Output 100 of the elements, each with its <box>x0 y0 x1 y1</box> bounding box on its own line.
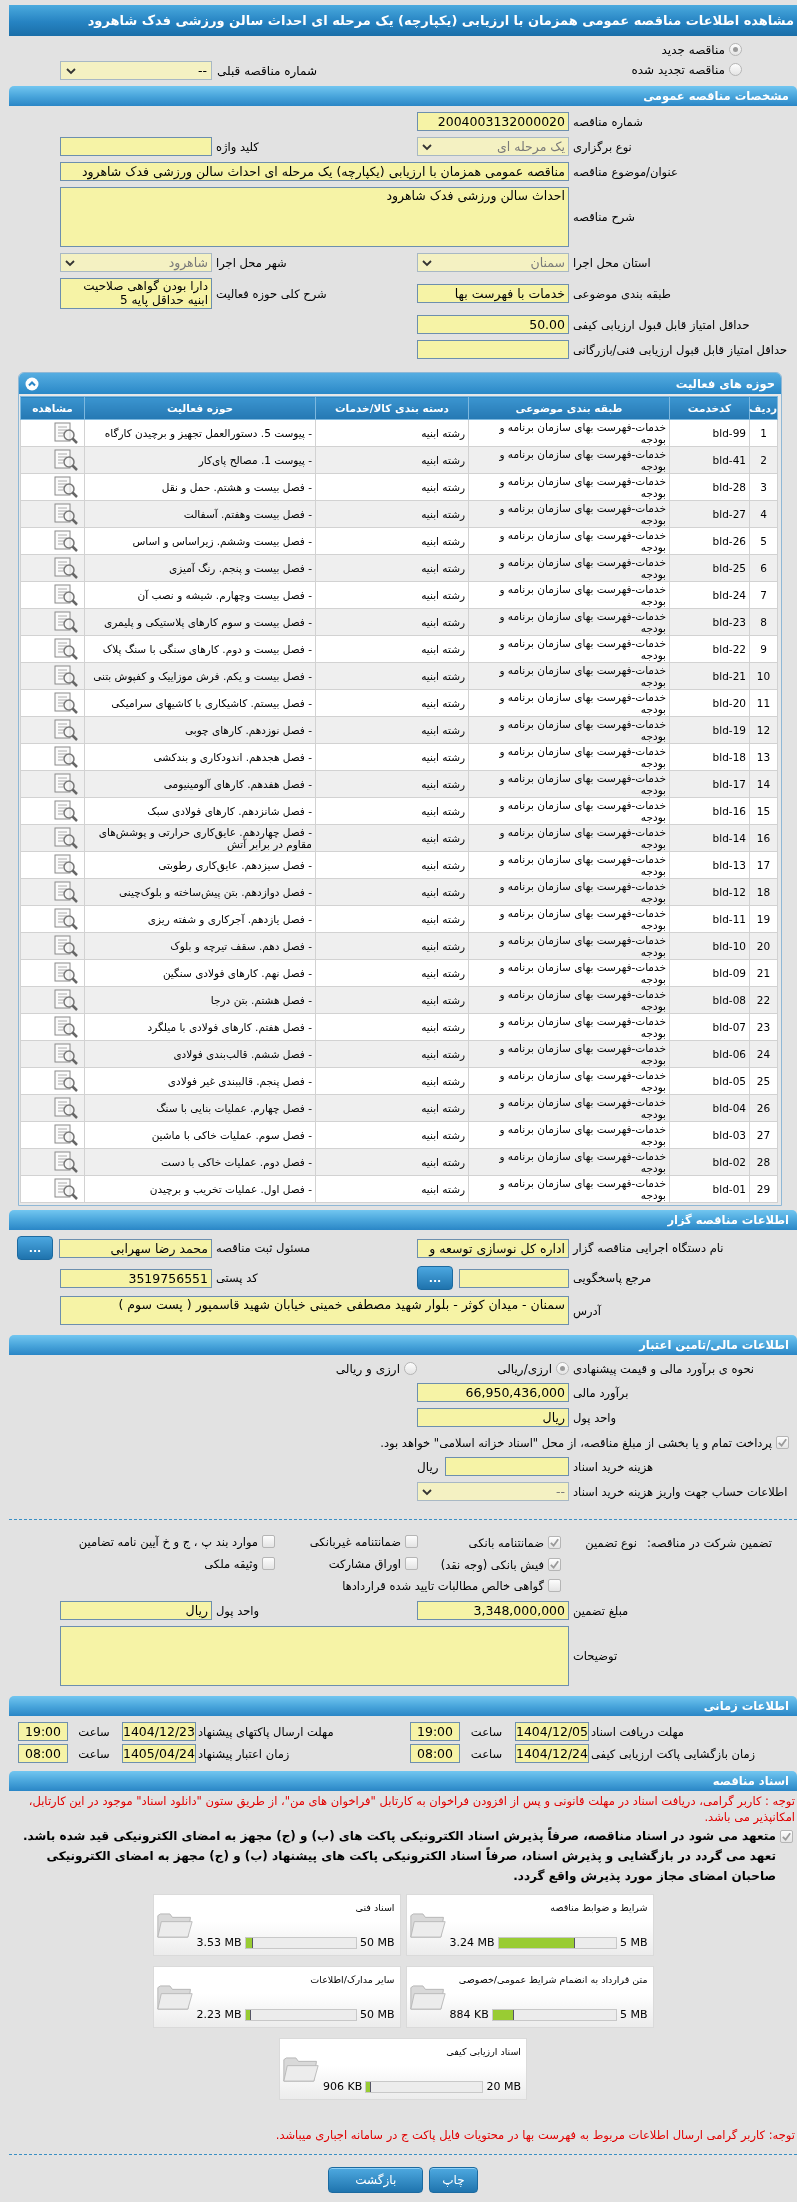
text-area[interactable]: دارا بودن گواهی صلاحیت ابنیه حداقل پایه 5 <box>60 278 212 309</box>
document-search-icon[interactable] <box>53 1070 79 1092</box>
table-cell: bld-14 <box>669 824 750 852</box>
radio-button[interactable] <box>729 63 742 76</box>
document-search-icon[interactable] <box>53 557 79 579</box>
document-search-icon[interactable] <box>53 449 79 471</box>
table-cell: رشته ابنیه <box>315 554 469 582</box>
document-search-icon[interactable] <box>53 638 79 660</box>
text-field[interactable] <box>444 1457 569 1476</box>
text-field[interactable] <box>60 137 212 156</box>
document-search-icon[interactable] <box>53 1097 79 1119</box>
field-label: برآورد مالی <box>572 1385 630 1400</box>
document-search-icon[interactable] <box>53 422 79 444</box>
document-search-icon[interactable] <box>53 800 79 822</box>
text-area[interactable]: سمنان - میدان کوثر - بلوار شهید مصطفی خمینی خیابان شهید قاسمپور ( پست سوم ) <box>60 1296 569 1325</box>
field-label: استان محل اجرا <box>572 255 652 270</box>
date-field[interactable]: 1405/04/24 <box>122 1744 196 1763</box>
radio-button[interactable] <box>404 1362 417 1375</box>
text-field[interactable] <box>459 1268 569 1288</box>
radio-button[interactable] <box>729 43 742 56</box>
document-search-icon[interactable] <box>53 1151 79 1173</box>
dropdown[interactable]: یک مرحله ای <box>417 137 569 156</box>
table-cell: خدمات-فهرست بهای سازمان برنامه و بودجه <box>468 716 670 744</box>
document-search-icon[interactable] <box>53 503 79 525</box>
checkbox[interactable] <box>548 1557 561 1571</box>
action-button[interactable]: بازگشت <box>328 2167 424 2193</box>
checkbox[interactable] <box>548 1535 561 1549</box>
text-field[interactable]: ریال <box>60 1601 212 1620</box>
ellipsis-button[interactable]: ... <box>417 1266 453 1290</box>
table-cell: bld-01 <box>669 1175 750 1203</box>
document-search-icon[interactable] <box>53 476 79 498</box>
text-field[interactable]: مناقصه عمومی همزمان با ارزیابی (یکپارچه) یک مرحله ای احداث سالن ورزشی فدک شاهرود <box>60 162 569 181</box>
table-cell: - فصل بیست و پنجم. رنگ آمیزی <box>84 554 316 582</box>
document-search-icon[interactable] <box>53 935 79 957</box>
date-field[interactable]: 1404/12/23 <box>122 1722 196 1741</box>
field-label: مهلت ارسال پاکتهای پیشنهاد <box>197 1724 335 1739</box>
table-cell: خدمات-فهرست بهای سازمان برنامه و بودجه <box>468 851 670 879</box>
field-label: مرجع پاسخگویی <box>572 1271 653 1285</box>
checkbox[interactable] <box>548 1579 561 1592</box>
document-search-icon[interactable] <box>53 989 79 1011</box>
table-cell: 2 <box>749 446 778 474</box>
checkbox[interactable] <box>405 1535 418 1548</box>
file-title: سایر مدارک/اطلاعات <box>309 1974 395 1986</box>
document-search-icon[interactable] <box>53 692 79 714</box>
radio-button[interactable] <box>556 1362 569 1375</box>
table-cell: bld-28 <box>669 473 750 501</box>
dropdown[interactable]: شاهرود <box>60 253 212 272</box>
text-field[interactable]: 50.00 <box>417 315 569 334</box>
table-cell: bld-11 <box>669 905 750 933</box>
text-field[interactable]: 3519756551 <box>60 1268 212 1288</box>
checkbox[interactable] <box>262 1535 275 1548</box>
table-cell: 22 <box>749 986 778 1014</box>
text-field[interactable]: اداره کل نوسازی توسعه و <box>417 1238 569 1258</box>
text-field[interactable]: 3,348,000,000 <box>417 1601 569 1620</box>
document-search-icon[interactable] <box>53 962 79 984</box>
document-search-icon[interactable] <box>53 1016 79 1038</box>
time-field[interactable]: 08:00 <box>410 1744 460 1763</box>
field-label: شماره مناقصه قبلی <box>216 63 318 78</box>
table-cell: 17 <box>749 851 778 879</box>
size-label: 5 MB <box>619 2008 648 2021</box>
time-field[interactable]: 19:00 <box>410 1722 460 1741</box>
document-search-icon[interactable] <box>53 773 79 795</box>
dropdown[interactable]: سمنان <box>417 253 569 272</box>
document-search-icon[interactable] <box>53 908 79 930</box>
document-search-icon[interactable] <box>53 746 79 768</box>
document-search-icon[interactable] <box>53 611 79 633</box>
document-search-icon[interactable] <box>53 854 79 876</box>
document-search-icon[interactable] <box>53 719 79 741</box>
text-area[interactable] <box>60 1626 569 1686</box>
document-search-icon[interactable] <box>53 584 79 606</box>
text-field[interactable]: خدمات با فهرست بها <box>417 284 569 303</box>
collapse-icon[interactable] <box>25 376 39 391</box>
document-search-icon[interactable] <box>53 827 79 849</box>
document-search-icon[interactable] <box>53 881 79 903</box>
time-field[interactable]: 08:00 <box>18 1744 68 1763</box>
document-search-icon[interactable] <box>53 665 79 687</box>
time-field[interactable]: 19:00 <box>18 1722 68 1741</box>
date-field[interactable]: 1404/12/24 <box>515 1744 589 1763</box>
date-field[interactable]: 1404/12/05 <box>515 1722 589 1741</box>
document-search-icon[interactable] <box>53 530 79 552</box>
document-search-icon[interactable] <box>53 1124 79 1146</box>
checkbox[interactable] <box>262 1557 275 1570</box>
dropdown[interactable]: -- <box>417 1482 569 1501</box>
text-field[interactable]: 2004003132000020 <box>417 112 569 131</box>
checkbox[interactable] <box>405 1557 418 1570</box>
action-button[interactable]: چاپ <box>429 2167 478 2193</box>
file-title: شرایط و ضوابط مناقصه <box>549 1902 648 1914</box>
table-cell: رشته ابنیه <box>315 1067 469 1095</box>
dropdown[interactable]: -- <box>60 61 212 80</box>
text-field[interactable] <box>417 340 569 359</box>
field-label: شهر محل اجرا <box>215 255 288 270</box>
text-field[interactable]: ریال <box>417 1408 569 1427</box>
text-field[interactable]: محمد رضا سهرابی <box>59 1238 212 1258</box>
text-area[interactable]: احداث سالن ورزشی فدک شاهرود <box>60 187 569 247</box>
ellipsis-button[interactable]: ... <box>17 1236 53 1260</box>
checkbox[interactable] <box>776 1436 789 1449</box>
checkbox[interactable] <box>780 1830 793 1843</box>
text-field[interactable]: 66,950,436,000 <box>417 1383 569 1402</box>
document-search-icon[interactable] <box>53 1043 79 1065</box>
document-search-icon[interactable] <box>53 1178 79 1200</box>
